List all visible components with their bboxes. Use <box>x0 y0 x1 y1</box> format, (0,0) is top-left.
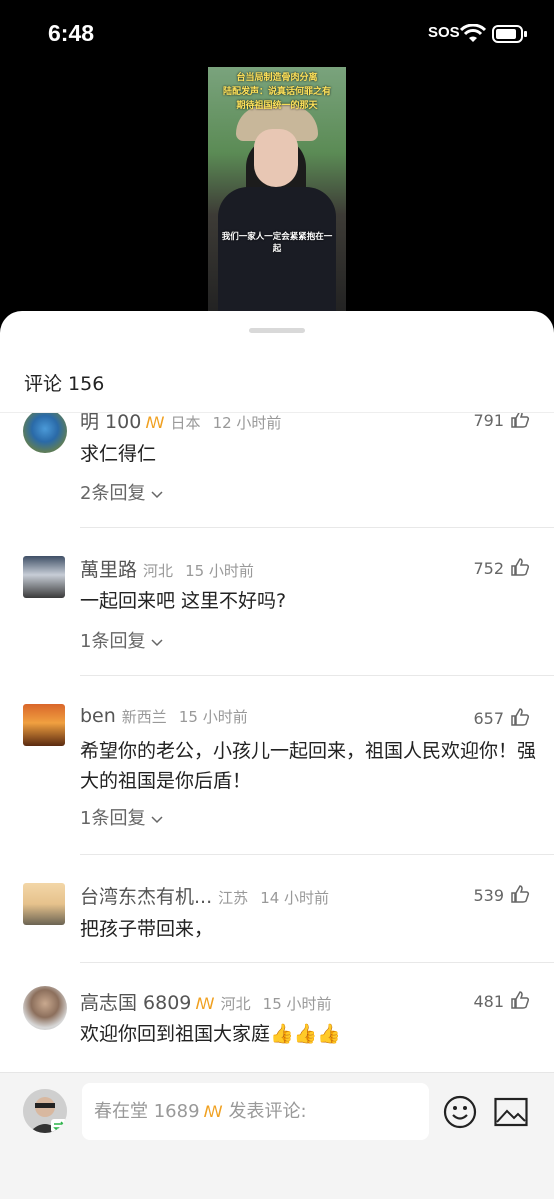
badge-icon: ꟿ <box>195 994 215 1013</box>
thumbs-up-icon <box>511 558 530 576</box>
view-replies-button[interactable]: 2条回复 <box>80 479 163 505</box>
status-bar: 6:48 SOS <box>0 0 554 66</box>
composer-username: 春在堂 1689 <box>94 1101 200 1122</box>
comment-text: 欢迎你回到祖国大家庭👍👍👍 <box>80 1023 341 1045</box>
comment-location: 新西兰 <box>121 708 167 726</box>
chevron-down-icon <box>151 491 163 499</box>
comment-author[interactable]: 高志国 6809 <box>80 992 191 1014</box>
comment-time: 14 小时前 <box>260 889 330 907</box>
divider <box>80 962 554 963</box>
chevron-down-icon <box>151 639 163 647</box>
comment-time: 15 小时前 <box>178 708 248 726</box>
comment-composer: 春在堂 1689 ꟿ 发表评论: <box>0 1072 554 1199</box>
avatar[interactable] <box>23 413 67 453</box>
comment-location: 河北 <box>143 562 174 580</box>
comment-meta: 萬里路 河北 15 小时前 <box>80 555 254 582</box>
avatar[interactable] <box>23 883 65 925</box>
comment-location: 日本 <box>170 414 201 432</box>
comment-time: 15 小时前 <box>185 562 254 580</box>
video-caption-line: 期待祖国统一的那天 <box>236 101 318 111</box>
comment-meta: 台湾东杰有机... 江苏 14 小时前 <box>80 882 329 909</box>
comments-title: 评论 156 <box>24 373 105 395</box>
like-count: 539 <box>473 886 504 905</box>
my-avatar[interactable] <box>23 1089 67 1133</box>
replies-label: 1条回复 <box>80 808 146 829</box>
comment-meta: 明 100 ꟿ 日本 12 小时前 <box>80 413 281 434</box>
sos-indicator: SOS <box>428 24 460 41</box>
wifi-icon <box>460 24 486 42</box>
comment-author[interactable]: ben <box>80 705 116 727</box>
like-button[interactable]: 752 <box>473 557 530 578</box>
comment-meta: 高志国 6809 ꟿ 河北 15 小时前 <box>80 988 332 1015</box>
thumbs-up-icon <box>511 708 530 726</box>
emoji-icon[interactable] <box>443 1095 477 1129</box>
battery-icon <box>492 25 527 43</box>
like-count: 657 <box>473 709 504 728</box>
comment-text: 一起回来吧 这里不好吗? <box>80 590 287 612</box>
image-icon[interactable] <box>494 1097 528 1127</box>
divider <box>80 675 554 676</box>
status-time: 6:48 <box>48 20 95 46</box>
comment-time: 15 小时前 <box>262 995 332 1013</box>
like-count: 481 <box>473 992 504 1011</box>
thumbs-up-icon <box>511 413 530 428</box>
video-figure-face <box>254 129 298 187</box>
comment-location: 河北 <box>220 995 251 1013</box>
composer-placeholder: 发表评论: <box>228 1101 307 1122</box>
video-caption-top: 台当局制造骨肉分离 陆配发声：说真话何罪之有 期待祖国统一的那天 <box>208 71 346 113</box>
view-replies-button[interactable]: 1条回复 <box>80 627 163 653</box>
video-player[interactable]: 台当局制造骨肉分离 陆配发声：说真话何罪之有 期待祖国统一的那天 我们一家人一定… <box>208 67 346 313</box>
comments-sheet: 评论 156 明 100 ꟿ 日本 12 小时前 791 求仁得仁 2条回复 萬里路… <box>0 311 554 1199</box>
like-count: 752 <box>473 559 504 578</box>
view-replies-button[interactable]: 1条回复 <box>80 804 163 830</box>
like-button[interactable]: 539 <box>473 884 530 905</box>
thumbs-up-icon <box>511 991 530 1009</box>
chevron-down-icon <box>151 816 163 824</box>
sheet-drag-handle[interactable] <box>249 328 305 333</box>
comment-list[interactable]: 明 100 ꟿ 日本 12 小时前 791 求仁得仁 2条回复 萬里路 河北 15 小… <box>0 413 554 1073</box>
replies-label: 1条回复 <box>80 631 146 652</box>
badge-icon: ꟿ <box>145 413 165 432</box>
comment-time: 12 小时前 <box>212 414 282 432</box>
comment-text: 希望你的老公，小孩儿一起回来，祖国人民欢迎你！强大的祖国是你后盾！ <box>80 740 537 792</box>
like-button[interactable]: 481 <box>473 990 530 1011</box>
divider <box>80 527 554 528</box>
comment-author[interactable]: 台湾东杰有机... <box>80 886 212 908</box>
like-button[interactable]: 791 <box>473 413 530 430</box>
comment-location: 江苏 <box>218 889 249 907</box>
like-count: 791 <box>473 413 504 430</box>
avatar[interactable] <box>23 986 67 1030</box>
comment-author[interactable]: 萬里路 <box>80 559 137 581</box>
comment-text: 求仁得仁 <box>80 443 157 465</box>
comment-meta: ben 新西兰 15 小时前 <box>80 705 248 727</box>
like-button[interactable]: 657 <box>473 707 530 728</box>
avatar[interactable] <box>23 556 65 598</box>
video-caption-line: 台当局制造骨肉分离 <box>236 73 318 83</box>
switch-account-icon[interactable] <box>51 1119 67 1133</box>
video-caption-line: 陆配发声：说真话何罪之有 <box>222 87 331 97</box>
divider <box>80 854 554 855</box>
comment-author[interactable]: 明 100 <box>80 413 141 433</box>
video-caption-bottom: 我们一家人一定会紧紧抱在一起 <box>221 232 333 254</box>
comment-input[interactable]: 春在堂 1689 ꟿ 发表评论: <box>82 1083 429 1140</box>
replies-label: 2条回复 <box>80 483 146 504</box>
avatar[interactable] <box>23 704 65 746</box>
thumbs-up-icon <box>511 885 530 903</box>
badge-icon: ꟿ <box>203 1102 223 1121</box>
comment-text: 把孩子带回来， <box>80 918 214 940</box>
